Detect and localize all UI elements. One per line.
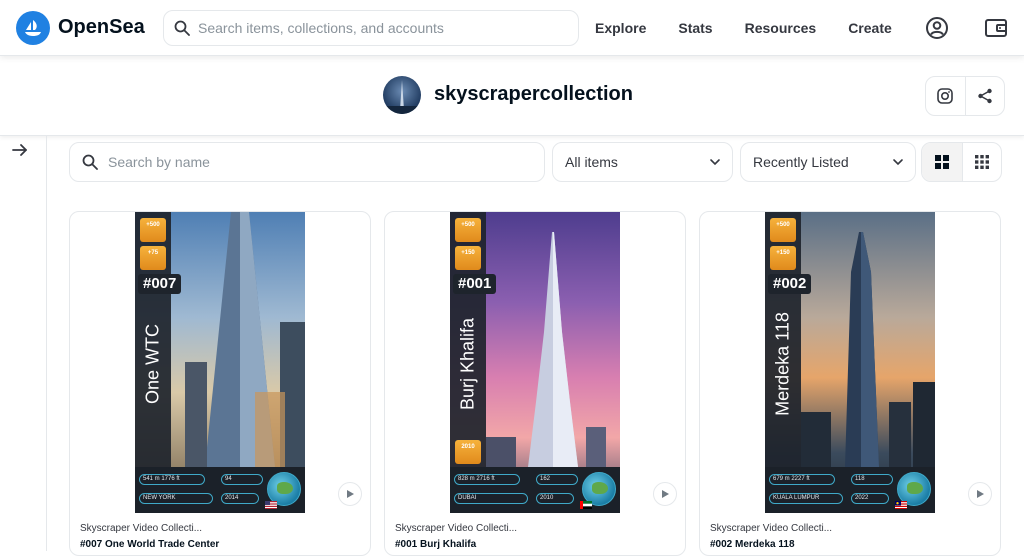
nav-stats[interactable]: Stats	[678, 20, 712, 36]
grid-view-toggle	[921, 142, 1002, 182]
year-stat: 2022	[851, 493, 889, 504]
wallet-icon[interactable]	[983, 15, 1009, 41]
city-stat: NEW YORK	[139, 493, 213, 504]
filter-sidebar-collapsed	[0, 136, 47, 551]
nft-media[interactable]: +500 +150 #002 Merdeka 118 679 m 2227 ft…	[765, 212, 935, 513]
search-by-name[interactable]	[69, 142, 545, 182]
floors-stat: 118	[851, 474, 893, 485]
city-stat: DUBAI	[454, 493, 528, 504]
year-badge: 2010	[455, 440, 481, 464]
bonus-badge: +500	[140, 218, 166, 242]
account-icon[interactable]	[924, 15, 950, 41]
nav-explore[interactable]: Explore	[595, 20, 646, 36]
nft-card[interactable]: +500 +150 #002 Merdeka 118 679 m 2227 ft…	[699, 211, 1001, 556]
play-icon	[662, 490, 669, 498]
search-icon	[174, 20, 190, 36]
large-grid-button[interactable]	[922, 143, 962, 181]
sort-value: Recently Listed	[753, 154, 849, 170]
collection-avatar	[383, 76, 421, 114]
height-stat: 828 m 2716 ft	[454, 474, 520, 485]
card-title[interactable]: #001 Burj Khalifa	[395, 539, 476, 550]
play-button[interactable]	[653, 482, 677, 506]
malaysia-flag-icon	[895, 501, 907, 509]
bonus-badge: +150	[770, 246, 796, 270]
card-collection-name[interactable]: Skyscraper Video Collecti...	[395, 523, 517, 534]
bonus-badge: +500	[770, 218, 796, 242]
uae-flag-icon	[580, 501, 592, 509]
floors-stat: 162	[536, 474, 578, 485]
top-navbar: OpenSea Explore Stats Resources Create	[0, 0, 1024, 56]
global-search-input[interactable]	[198, 20, 558, 36]
token-number: #007	[138, 274, 182, 294]
instagram-button[interactable]	[926, 77, 965, 115]
building-name-vertical: One WTC	[142, 323, 163, 405]
height-stat: 679 m 2227 ft	[769, 474, 835, 485]
global-search[interactable]	[163, 10, 579, 46]
city-stat: KUALA LUMPUR	[769, 493, 843, 504]
search-icon	[82, 154, 98, 170]
search-by-name-input[interactable]	[108, 154, 508, 170]
nav-links: Explore Stats Resources Create	[595, 0, 924, 56]
play-button[interactable]	[968, 482, 992, 506]
token-number: #001	[453, 274, 497, 294]
bonus-badge: +500	[455, 218, 481, 242]
building-name-vertical: Merdeka 118	[772, 312, 793, 416]
play-icon	[347, 490, 354, 498]
nft-media[interactable]: +500 +150 2010 #001 Burj Khalifa 828 m 2…	[450, 212, 620, 513]
play-button[interactable]	[338, 482, 362, 506]
share-button[interactable]	[964, 77, 1004, 115]
collection-actions	[925, 76, 1005, 116]
share-icon	[978, 88, 992, 104]
bonus-badge: +150	[455, 246, 481, 270]
floors-stat: 94	[221, 474, 263, 485]
height-stat: 541 m 1776 ft	[139, 474, 205, 485]
card-title[interactable]: #007 One World Trade Center	[80, 539, 219, 550]
play-icon	[977, 490, 984, 498]
instagram-icon	[937, 88, 954, 104]
card-collection-name[interactable]: Skyscraper Video Collecti...	[80, 523, 202, 534]
items-filter-value: All items	[565, 154, 618, 170]
collection-title: skyscrapercollection	[434, 83, 633, 105]
nft-card[interactable]: +500 +75 #007 One WTC 541 m 1776 ft 94 N…	[69, 211, 371, 556]
nav-resources[interactable]: Resources	[745, 20, 817, 36]
card-collection-name[interactable]: Skyscraper Video Collecti...	[710, 523, 832, 534]
token-number: #002	[768, 274, 812, 294]
small-grid-icon	[974, 155, 989, 169]
building-name-vertical: Burj Khalifa	[457, 317, 478, 411]
chevron-down-icon	[710, 159, 720, 166]
large-grid-icon	[934, 155, 949, 169]
opensea-logo-icon	[16, 10, 50, 45]
chevron-down-icon	[893, 159, 903, 166]
year-stat: 2010	[536, 493, 574, 504]
brand-name: OpenSea	[58, 16, 145, 38]
opensea-logo[interactable]: OpenSea	[16, 10, 145, 45]
collection-header: skyscrapercollection	[0, 56, 1024, 136]
nft-media[interactable]: +500 +75 #007 One WTC 541 m 1776 ft 94 N…	[135, 212, 305, 513]
nav-create[interactable]: Create	[848, 20, 892, 36]
us-flag-icon	[265, 501, 277, 509]
year-stat: 2014	[221, 493, 259, 504]
building-stats: 679 m 2227 ft 118 KUALA LUMPUR 2022	[765, 467, 935, 513]
bonus-badge: +75	[140, 246, 166, 270]
building-stats: 541 m 1776 ft 94 NEW YORK 2014	[135, 467, 305, 513]
building-stats: 828 m 2716 ft 162 DUBAI 2010	[450, 467, 620, 513]
card-title[interactable]: #002 Merdeka 118	[710, 539, 795, 550]
small-grid-button[interactable]	[961, 143, 1002, 181]
expand-sidebar-arrow-icon[interactable]	[10, 140, 30, 160]
nft-card[interactable]: +500 +150 2010 #001 Burj Khalifa 828 m 2…	[384, 211, 686, 556]
sort-dropdown[interactable]: Recently Listed	[740, 142, 916, 182]
items-filter-dropdown[interactable]: All items	[552, 142, 733, 182]
